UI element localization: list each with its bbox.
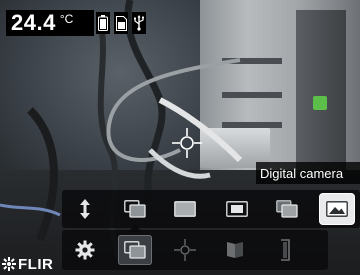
- settings-gear-icon: [75, 240, 95, 260]
- logo-text: FLIR: [18, 255, 54, 273]
- thermal-full-icon: [174, 201, 196, 217]
- flip-arrows-icon: [80, 199, 90, 219]
- settings-button[interactable]: [68, 235, 102, 265]
- thermal-fusion-icon: [276, 200, 298, 218]
- spot-temperature-readout: 24.4 °C: [6, 10, 94, 36]
- usb-icon: [132, 12, 146, 34]
- status-icons: [96, 12, 146, 34]
- spot-meter-crosshair: [172, 128, 202, 158]
- temperature-value: 24.4: [11, 10, 56, 35]
- temperature-scale-icon: [281, 239, 290, 261]
- flip-button[interactable]: [68, 194, 102, 224]
- image-mode-icon: [124, 241, 146, 259]
- thermal-mode-button[interactable]: [168, 194, 202, 224]
- color-palette-icon: [227, 242, 243, 258]
- thermal-fusion-button[interactable]: [270, 194, 304, 224]
- msx-blend-icon: [226, 201, 248, 217]
- flir-logo-icon: [2, 257, 16, 271]
- sd-card-icon: [114, 12, 128, 34]
- mode-tooltip: Digital camera: [256, 162, 360, 184]
- flir-logo: FLIR: [2, 254, 53, 274]
- digital-camera-icon: [326, 201, 348, 217]
- temperature-scale-button[interactable]: [268, 235, 302, 265]
- picture-in-picture-icon: [124, 200, 146, 218]
- color-palette-button[interactable]: [218, 235, 252, 265]
- main-menu: [62, 230, 328, 270]
- digital-camera-button[interactable]: [320, 194, 354, 224]
- battery-icon: [96, 12, 110, 34]
- measurement-spot-icon: [174, 239, 196, 261]
- picture-in-picture-button[interactable]: [118, 194, 152, 224]
- image-mode-menu: [62, 190, 360, 228]
- temperature-unit: °C: [59, 12, 74, 26]
- measurement-button[interactable]: [168, 235, 202, 265]
- image-mode-button[interactable]: [118, 235, 152, 265]
- msx-mode-button[interactable]: [220, 194, 254, 224]
